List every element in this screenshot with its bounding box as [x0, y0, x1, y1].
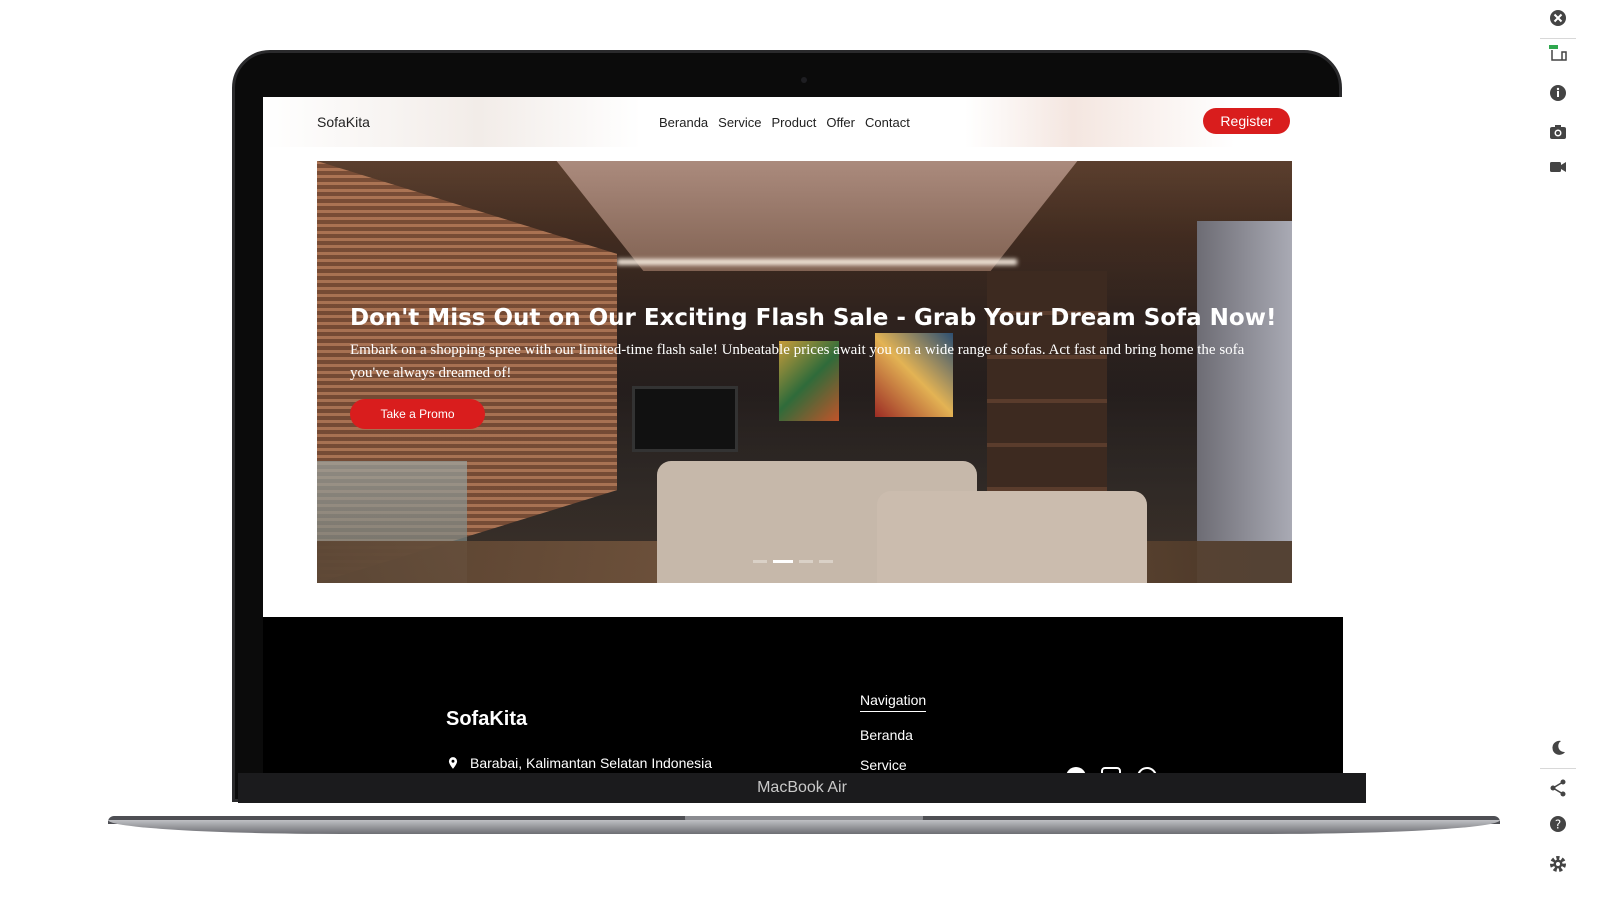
camera-icon[interactable] — [1548, 122, 1568, 142]
nav-link-beranda[interactable]: Beranda — [659, 115, 708, 130]
hero-banner: Don't Miss Out on Our Exciting Flash Sal… — [317, 161, 1292, 583]
webcam — [801, 77, 807, 83]
hero-description: Embark on a shopping spree with our limi… — [350, 342, 1245, 381]
device-label: MacBook Air — [757, 779, 847, 796]
footer-address-text: Barabai, Kalimantan Selatan Indonesia — [470, 755, 713, 771]
nav-link-offer[interactable]: Offer — [826, 115, 855, 130]
help-icon[interactable]: ? — [1548, 814, 1568, 834]
close-icon[interactable] — [1548, 8, 1568, 28]
video-icon[interactable] — [1548, 157, 1568, 177]
svg-text:?: ? — [1555, 818, 1561, 832]
rail-divider — [1540, 768, 1576, 769]
tool-rail: ? — [1538, 0, 1580, 900]
footer-nav-heading: Navigation — [860, 692, 927, 712]
carousel-dot-active[interactable] — [773, 560, 793, 563]
hero-image-wall — [1197, 221, 1292, 583]
laptop-screen: SofaKita Beranda Service Product Offer C… — [263, 97, 1343, 773]
settings-icon[interactable] — [1548, 854, 1568, 874]
rail-divider — [1540, 38, 1576, 39]
share-icon[interactable] — [1548, 778, 1568, 798]
site-logo[interactable]: SofaKita — [317, 114, 370, 130]
moon-icon[interactable] — [1548, 738, 1568, 758]
take-promo-button[interactable]: Take a Promo — [350, 399, 485, 429]
carousel-dot[interactable] — [799, 560, 813, 563]
laptop-base-edge — [108, 820, 1500, 834]
location-pin-icon — [448, 757, 458, 769]
carousel-indicators — [753, 560, 833, 563]
footer-link-service[interactable]: Service — [860, 757, 907, 773]
laptop-chin: MacBook Air — [238, 773, 1366, 803]
hero-image-light — [617, 259, 1017, 265]
footer-address: Barabai, Kalimantan Selatan Indonesia — [446, 755, 712, 771]
footer-logo: SofaKita — [446, 708, 528, 730]
register-button[interactable]: Register — [1203, 108, 1290, 134]
info-icon[interactable] — [1548, 83, 1568, 103]
nav-links: Beranda Service Product Offer Contact — [659, 115, 910, 130]
web-page: SofaKita Beranda Service Product Offer C… — [263, 97, 1343, 617]
hero-image-sofa — [877, 491, 1147, 583]
nav-link-product[interactable]: Product — [772, 115, 817, 130]
hero-title: Don't Miss Out on Our Exciting Flash Sal… — [350, 305, 1277, 331]
footer-link-beranda[interactable]: Beranda — [860, 727, 913, 743]
hero-image-tv — [632, 386, 738, 452]
responsive-devices-icon[interactable] — [1548, 44, 1568, 64]
carousel-dot[interactable] — [819, 560, 833, 563]
top-navbar: SofaKita Beranda Service Product Offer C… — [263, 97, 1343, 147]
nav-link-contact[interactable]: Contact — [865, 115, 910, 130]
nav-link-service[interactable]: Service — [718, 115, 761, 130]
carousel-dot[interactable] — [753, 560, 767, 563]
